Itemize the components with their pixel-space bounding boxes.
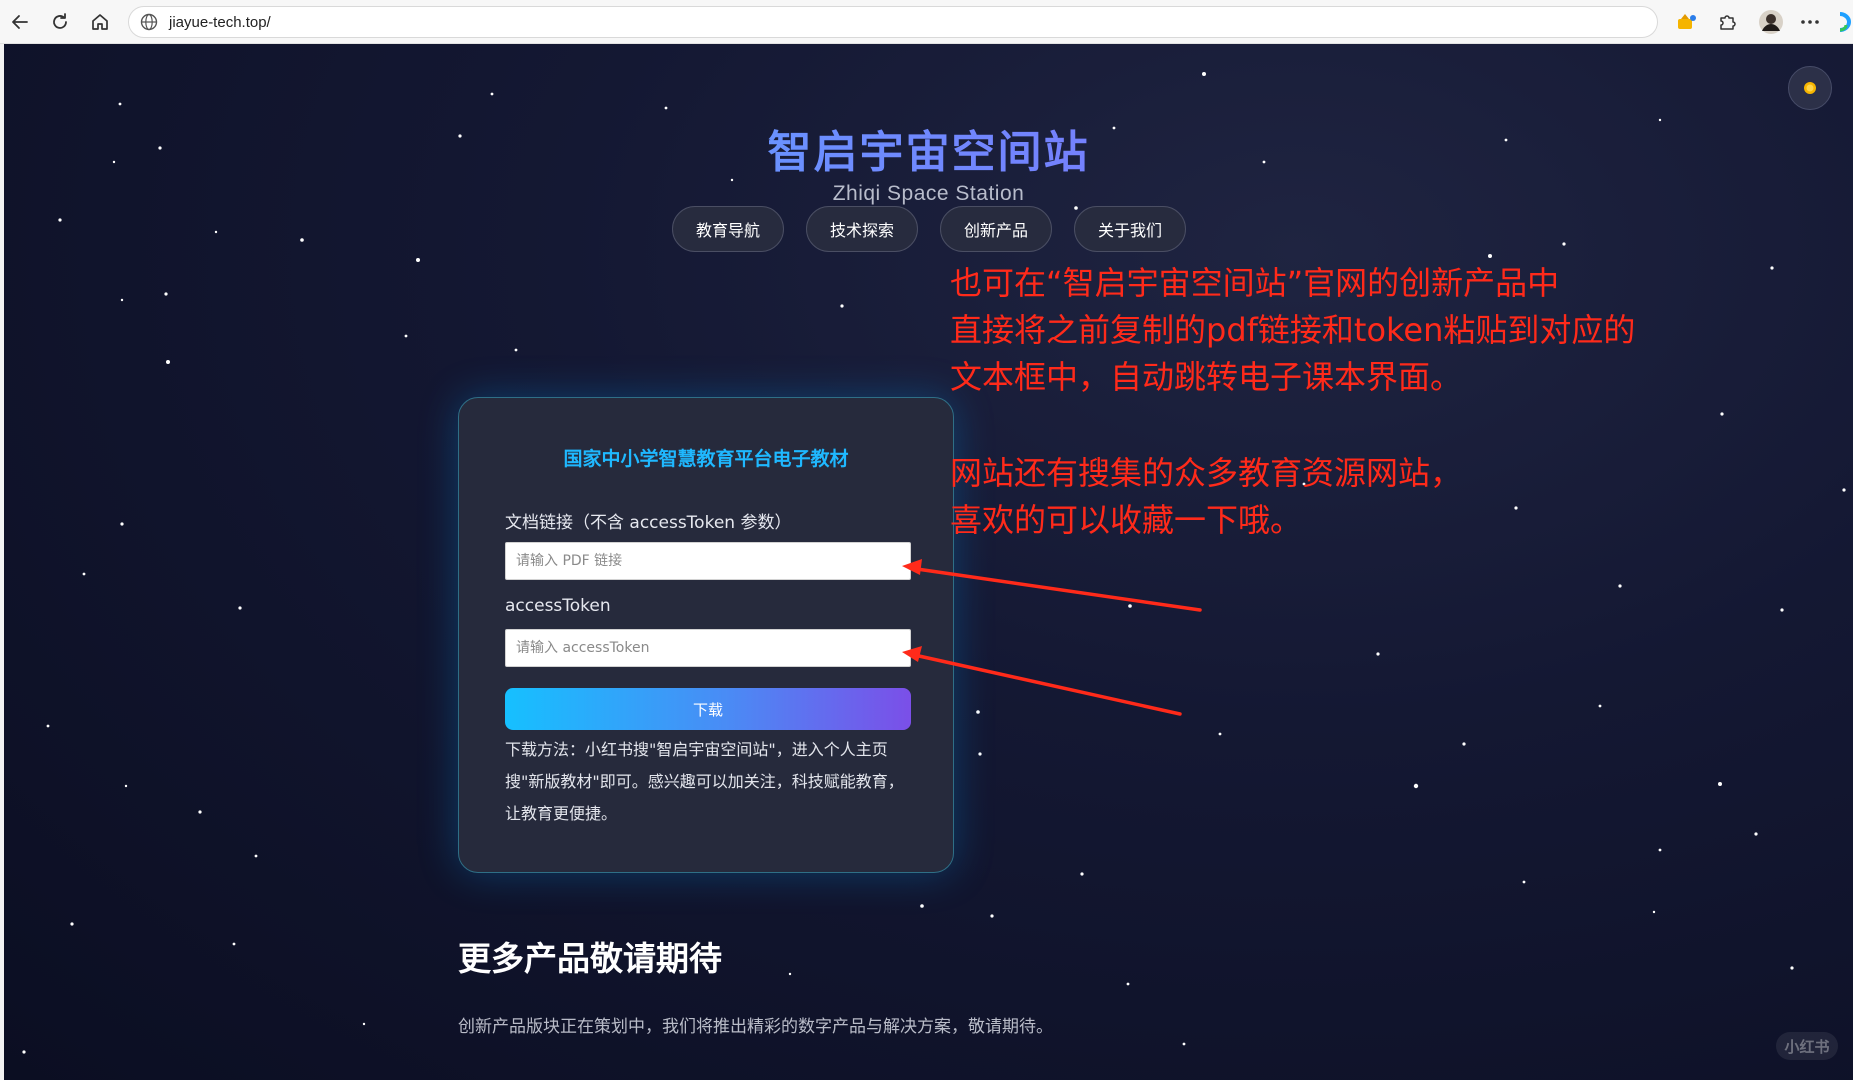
main-nav: 教育导航 技术探索 创新产品 关于我们 [672, 206, 1186, 254]
globe-icon [140, 13, 158, 31]
profile-avatar[interactable] [1756, 8, 1786, 36]
site-subtitle: Zhiqi Space Station [832, 182, 1025, 205]
extension-icon[interactable] [1672, 8, 1702, 36]
site-title: 智启宇宙空间站 [4, 116, 1853, 180]
nav-about-us[interactable]: 关于我们 [1074, 206, 1186, 252]
copilot-icon[interactable] [1836, 8, 1853, 36]
more-menu-icon[interactable] [1796, 8, 1824, 36]
annotation-line: 文本框中，自动跳转电子课本界面。 [950, 358, 1463, 396]
download-instructions: 下载方法：小红书搜"智启宇宙空间站"，进入个人主页搜"新版教材"即可。感兴趣可以… [505, 740, 904, 823]
reload-icon[interactable] [46, 9, 74, 35]
download-button[interactable]: 下载 [505, 688, 911, 730]
home-icon[interactable] [86, 9, 114, 35]
pdf-link-input[interactable] [505, 542, 911, 580]
url-text: jiayue-tech.top/ [169, 13, 271, 31]
nav-education[interactable]: 教育导航 [672, 206, 784, 252]
annotation-line: 也可在“智启宇宙空间站”官网的创新产品中 [950, 264, 1560, 302]
annotation-resources-note: 网站还有搜集的众多教育资源网站， 喜欢的可以收藏一下哦。 [950, 450, 1462, 544]
back-icon[interactable] [6, 9, 34, 35]
xiaohongshu-watermark: 小红书 [1776, 1032, 1838, 1060]
nav-innovation-products[interactable]: 创新产品 [940, 206, 1052, 252]
access-token-input[interactable] [505, 629, 911, 667]
sun-icon [1804, 82, 1816, 94]
page-viewport: 智启宇宙空间站 Zhiqi Space Station 教育导航 技术探索 创新… [4, 44, 1853, 1080]
textbook-download-card: 国家中小学智慧教育平台电子教材 文档链接（不含 accessToken 参数） … [458, 397, 954, 873]
annotation-line: 喜欢的可以收藏一下哦。 [950, 501, 1303, 539]
address-bar[interactable]: jiayue-tech.top/ [128, 6, 1658, 38]
annotation-line: 直接将之前复制的pdf链接和token粘贴到对应的 [950, 311, 1636, 349]
annotation-line: 网站还有搜集的众多教育资源网站， [950, 454, 1463, 492]
doc-link-label: 文档链接（不含 accessToken 参数） [505, 513, 792, 533]
more-products-title: 更多产品敬请期待 [458, 939, 722, 978]
puzzle-extensions-icon[interactable] [1712, 8, 1742, 36]
more-products-description: 创新产品版块正在策划中，我们将推出精彩的数字产品与解决方案，敬请期待。 [458, 1017, 1053, 1037]
theme-toggle-button[interactable] [1788, 66, 1832, 110]
annotation-paste-instructions: 也可在“智启宇宙空间站”官网的创新产品中 直接将之前复制的pdf链接和token… [950, 260, 1635, 401]
nav-tech-explore[interactable]: 技术探索 [806, 206, 918, 252]
browser-toolbar: jiayue-tech.top/ [0, 0, 1853, 44]
card-title: 国家中小学智慧教育平台电子教材 [563, 448, 849, 470]
access-token-label: accessToken [505, 596, 611, 616]
